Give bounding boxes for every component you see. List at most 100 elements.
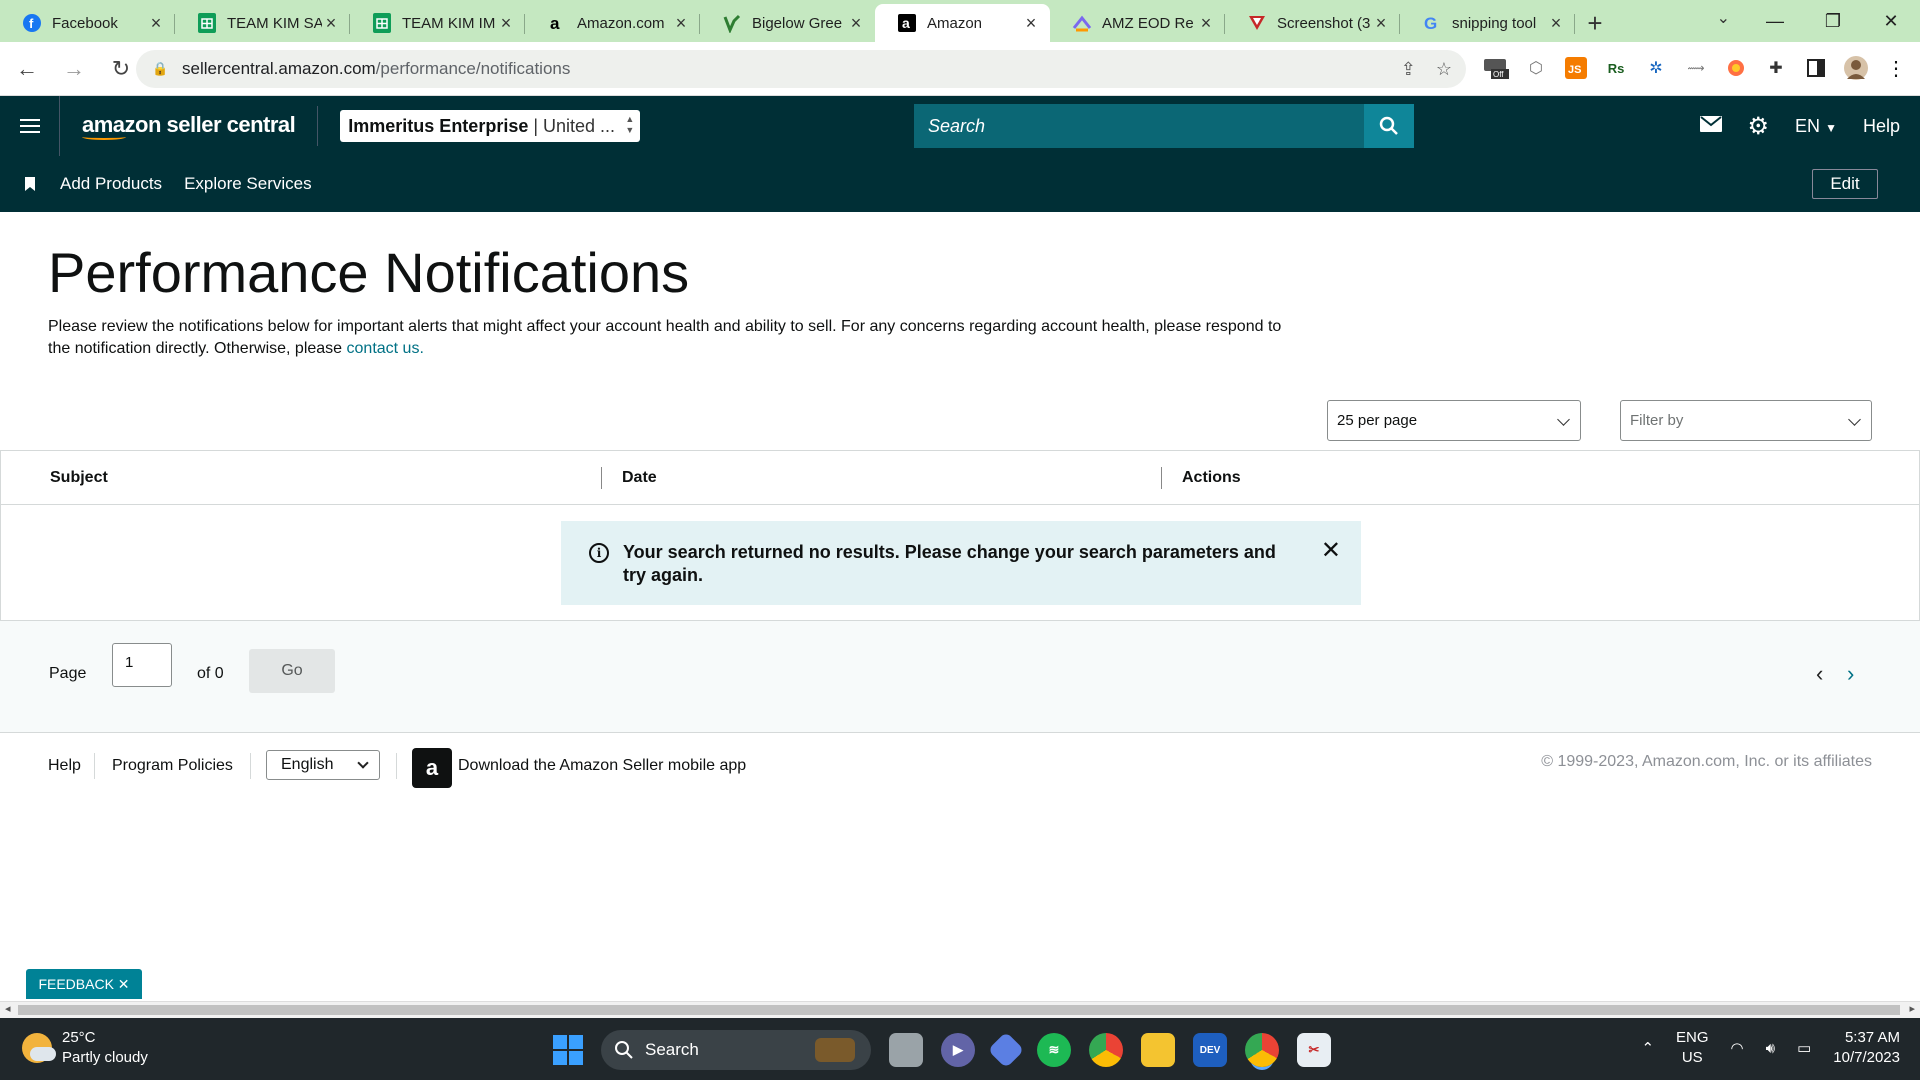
close-icon[interactable]: ✕ bbox=[1321, 539, 1341, 563]
footer-policies-link[interactable]: Program Policies bbox=[112, 757, 233, 775]
tab-bigelow[interactable]: Bigelow Gree × bbox=[700, 4, 875, 42]
screenshot-icon bbox=[1247, 13, 1267, 33]
off-extension-icon[interactable]: Off bbox=[1482, 54, 1510, 82]
scroll-left-icon[interactable]: ◂ bbox=[5, 1002, 11, 1015]
close-icon[interactable]: × bbox=[147, 13, 165, 34]
language-selector[interactable]: EN ▼ bbox=[1795, 116, 1837, 137]
spotify-icon[interactable]: ≋ bbox=[1037, 1033, 1071, 1067]
account-switcher[interactable]: Immeritus Enterprise | United ... ▲ ▼ bbox=[340, 110, 641, 142]
column-subject[interactable]: Subject bbox=[50, 469, 108, 487]
close-icon[interactable]: × bbox=[1547, 13, 1565, 34]
mail-icon[interactable] bbox=[1699, 115, 1722, 137]
partly-cloudy-icon bbox=[22, 1033, 56, 1063]
orange-extension-icon[interactable] bbox=[1722, 54, 1750, 82]
input-language[interactable]: ENG US bbox=[1676, 1028, 1709, 1068]
seller-search: Search bbox=[914, 104, 1414, 148]
close-window-icon[interactable]: ✕ bbox=[1862, 0, 1920, 42]
nav-explore-services[interactable]: Explore Services bbox=[184, 174, 312, 194]
column-date[interactable]: Date bbox=[622, 469, 657, 487]
contact-us-link[interactable]: contact us. bbox=[347, 340, 424, 357]
tab-amazon-com[interactable]: a Amazon.com × bbox=[525, 4, 700, 42]
search-button[interactable] bbox=[1364, 104, 1414, 148]
footer-help-link[interactable]: Help bbox=[48, 757, 81, 775]
page-footer: Help Program Policies English a Download… bbox=[0, 733, 1920, 803]
prev-page-icon[interactable]: ‹ bbox=[1816, 661, 1823, 687]
system-clock[interactable]: 5:37 AM 10/7/2023 bbox=[1833, 1028, 1900, 1068]
reload-icon[interactable]: ↻ bbox=[101, 49, 141, 89]
per-page-select[interactable]: 25 per page bbox=[1327, 400, 1581, 441]
file-explorer-icon[interactable] bbox=[1141, 1033, 1175, 1067]
wifi-icon[interactable]: ◠ bbox=[1731, 1039, 1744, 1057]
seller-nav-bar: Add Products Explore Services Edit bbox=[0, 156, 1920, 212]
forward-icon[interactable]: → bbox=[54, 49, 94, 89]
settings-gear-icon[interactable]: ⚙ bbox=[1748, 112, 1770, 141]
chrome-menu-icon[interactable]: ⋮ bbox=[1882, 54, 1910, 82]
back-icon[interactable]: ← bbox=[7, 49, 47, 89]
volume-icon[interactable]: 🔊︎ bbox=[1766, 1040, 1775, 1057]
rs-extension-icon[interactable]: Rs bbox=[1602, 54, 1630, 82]
chrome-profile-icon[interactable] bbox=[1245, 1033, 1279, 1067]
copilot-icon[interactable] bbox=[987, 1031, 1025, 1069]
new-tab-button[interactable]: + bbox=[1575, 4, 1615, 42]
edit-nav-button[interactable]: Edit bbox=[1812, 169, 1878, 199]
taskbar-search[interactable]: Search bbox=[601, 1030, 871, 1070]
network-extension-icon[interactable]: ✲ bbox=[1642, 54, 1670, 82]
search-input[interactable]: Search bbox=[914, 104, 1364, 148]
download-app-link[interactable]: Download the Amazon Seller mobile app bbox=[458, 757, 746, 775]
loom-extension-icon[interactable]: ⟿ bbox=[1682, 54, 1710, 82]
scroll-right-icon[interactable]: ▸ bbox=[1909, 1002, 1915, 1015]
filter-select[interactable]: Filter by bbox=[1620, 400, 1872, 441]
tab-facebook[interactable]: f Facebook × bbox=[0, 4, 175, 42]
tab-search-chevron-icon[interactable]: ⌄ bbox=[1717, 8, 1730, 28]
amazon-icon: a bbox=[547, 13, 567, 33]
weather-widget[interactable]: 25°C Partly cloudy bbox=[22, 1028, 148, 1068]
tab-amazon-active[interactable]: a Amazon × bbox=[875, 4, 1050, 42]
teams-icon[interactable]: ▶ bbox=[941, 1033, 975, 1067]
puzzle-extensions-icon[interactable]: ✚ bbox=[1762, 54, 1790, 82]
tab-snipping-tool[interactable]: G snipping tool × bbox=[1400, 4, 1575, 42]
cube-extension-icon[interactable]: ⬡ bbox=[1522, 54, 1550, 82]
battery-icon[interactable]: ▭ bbox=[1797, 1039, 1811, 1057]
restore-icon[interactable]: ❐ bbox=[1804, 0, 1862, 42]
js-extension-icon[interactable]: JS bbox=[1562, 54, 1590, 82]
svg-text:f: f bbox=[29, 16, 34, 31]
chevron-up-icon[interactable]: ⌃ bbox=[1641, 1039, 1654, 1057]
windows-start-icon[interactable] bbox=[553, 1035, 583, 1065]
side-panel-icon[interactable] bbox=[1802, 54, 1830, 82]
next-page-icon[interactable]: › bbox=[1847, 661, 1854, 687]
page-number-input[interactable]: 1 bbox=[112, 643, 172, 687]
close-icon[interactable]: × bbox=[672, 13, 690, 34]
bookmark-star-icon[interactable]: ☆ bbox=[1436, 59, 1452, 80]
feedback-button[interactable]: FEEDBACK ✕ bbox=[26, 969, 142, 999]
close-icon[interactable]: × bbox=[1022, 13, 1040, 34]
go-button[interactable]: Go bbox=[249, 649, 335, 693]
footer-language-select[interactable]: English bbox=[266, 750, 380, 780]
horizontal-scrollbar[interactable]: ◂ ▸ bbox=[0, 1001, 1920, 1018]
close-icon[interactable]: × bbox=[847, 13, 865, 34]
close-icon[interactable]: × bbox=[1197, 13, 1215, 34]
tab-screenshot[interactable]: Screenshot (3 × bbox=[1225, 4, 1400, 42]
dev-tool-icon[interactable]: DEV bbox=[1193, 1033, 1227, 1067]
bookmark-icon[interactable] bbox=[0, 177, 60, 191]
nav-add-products[interactable]: Add Products bbox=[60, 174, 162, 194]
tab-team-kim-im[interactable]: TEAM KIM IM × bbox=[350, 4, 525, 42]
minimize-icon[interactable]: — bbox=[1746, 0, 1804, 42]
seller-central-logo[interactable]: amazon seller central bbox=[82, 112, 296, 140]
no-results-alert: i Your search returned no results. Pleas… bbox=[561, 521, 1361, 605]
tab-team-kim-sa[interactable]: TEAM KIM SA × bbox=[175, 4, 350, 42]
close-icon[interactable]: × bbox=[497, 13, 515, 34]
hamburger-menu-icon[interactable] bbox=[0, 96, 60, 156]
chrome-icon[interactable] bbox=[1089, 1033, 1123, 1067]
close-icon[interactable]: × bbox=[322, 13, 340, 34]
seller-app-icon[interactable]: a bbox=[412, 748, 452, 788]
share-icon[interactable]: ⇪ bbox=[1401, 59, 1416, 80]
task-view-icon[interactable] bbox=[889, 1033, 923, 1067]
url-field[interactable]: 🔒 sellercentral.amazon.com/performance/n… bbox=[136, 50, 1466, 88]
tab-amz-eod[interactable]: AMZ EOD Re × bbox=[1050, 4, 1225, 42]
svg-text:a: a bbox=[550, 14, 560, 32]
profile-avatar[interactable] bbox=[1842, 54, 1870, 82]
help-link[interactable]: Help bbox=[1863, 116, 1900, 137]
browser-tab-strip: f Facebook × TEAM KIM SA × TEAM KIM IM ×… bbox=[0, 0, 1920, 42]
snipping-tool-icon[interactable]: ✂ bbox=[1297, 1033, 1331, 1067]
close-icon[interactable]: × bbox=[1372, 13, 1390, 34]
